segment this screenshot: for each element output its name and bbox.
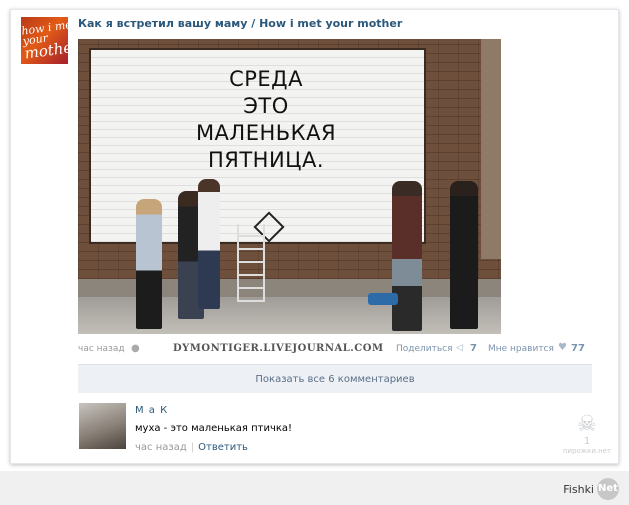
post-photo[interactable]: СРЕДА ЭТО МАЛЕНЬКАЯ ПЯТНИЦА. [78, 39, 501, 334]
group-avatar-logo: how i met your mother [21, 17, 68, 63]
person-woman-left [136, 199, 162, 329]
reply-button[interactable]: Ответить [198, 442, 248, 453]
comment-text: муха - это маленькая птичка! [135, 423, 293, 434]
photo-watermark: DYMONTIGER.LIVEJOURNAL.COM [173, 343, 384, 354]
post-meta: час назад ● DYMONTIGER.LIVEJOURNAL.COM П… [78, 342, 600, 357]
android-icon: ● [131, 343, 140, 354]
bag-on-ground [368, 293, 398, 305]
like-button[interactable]: Мне нравится [488, 344, 554, 354]
fishki-brand: Fishki [563, 482, 594, 496]
corner-badge-count: 1 [583, 436, 591, 447]
footer-bar [0, 471, 629, 505]
comment-meta: час назад | Ответить [135, 442, 248, 453]
billboard-text: СРЕДА ЭТО МАЛЕНЬКАЯ ПЯТНИЦА. [195, 67, 337, 172]
like-count: 77 [571, 343, 585, 354]
post-time[interactable]: час назад [78, 344, 125, 354]
heart-icon: ♥ [558, 342, 567, 353]
group-title-link[interactable]: Как я встретил вашу маму / How i met you… [78, 17, 402, 30]
post-card: how i met your mother Как я встретил ваш… [10, 9, 619, 464]
megaphone-icon: ◁ [456, 343, 463, 353]
corner-badge-text: пирожки.нет [562, 447, 612, 455]
share-button[interactable]: Поделиться [396, 344, 453, 354]
skull-icon: ☠ [577, 412, 597, 437]
fishki-logo: Fishki Net [563, 478, 619, 500]
share-count: 7 [470, 343, 477, 354]
meta-separator: | [190, 442, 195, 453]
group-avatar[interactable]: how i met your mother [21, 17, 68, 64]
show-all-comments-button[interactable]: Показать все 6 комментариев [78, 364, 592, 393]
comment-author-avatar[interactable] [79, 403, 126, 449]
comment-author[interactable]: М а К [135, 405, 168, 416]
ladder [237, 224, 265, 302]
person-woman-walking [450, 181, 478, 329]
wall-edge [481, 39, 501, 259]
comment-time[interactable]: час назад [135, 442, 187, 453]
fishki-net-badge: Net [597, 478, 619, 500]
corner-watermark: ☠ 1 пирожки.нет [559, 412, 615, 456]
person-man-painting [198, 179, 220, 309]
person-man-walking [392, 181, 422, 331]
